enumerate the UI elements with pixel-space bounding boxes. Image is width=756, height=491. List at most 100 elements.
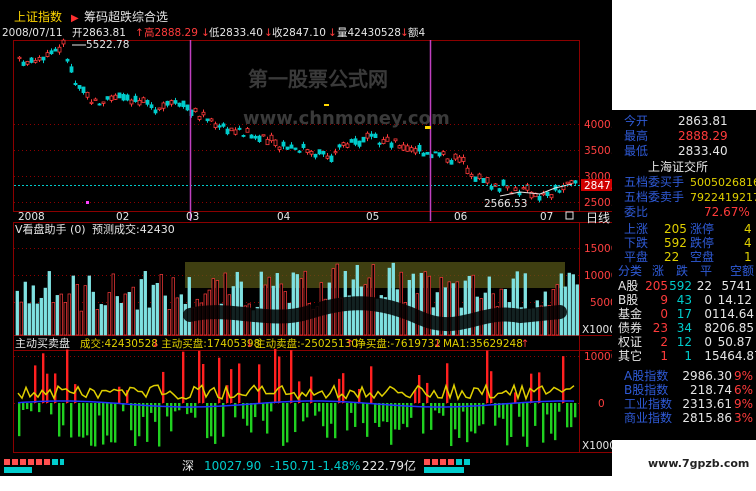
- watermark-url: www.chnmoney.com: [243, 108, 450, 129]
- flow-bar: [534, 403, 537, 426]
- flow-bar: [114, 403, 117, 443]
- menu-arrow-icon: ▶: [71, 13, 79, 24]
- candle-body: [473, 176, 478, 182]
- volume-bar: [135, 309, 139, 336]
- index-pct: 6%: [734, 383, 754, 397]
- candle-body: [157, 107, 162, 110]
- volume-bar: [111, 273, 115, 336]
- order-label: 五档委卖手: [624, 190, 685, 204]
- candle-body: [57, 46, 62, 53]
- candle-body: [389, 142, 394, 148]
- flow-legend-item: 净买盘:-7619732: [355, 337, 441, 350]
- formula-menu[interactable]: 筹码超跌综合选: [84, 9, 168, 24]
- price-tick: 3500.0: [584, 145, 612, 157]
- scroll-lock-icon[interactable]: [565, 211, 574, 220]
- candle-body: [221, 123, 226, 127]
- candle-body: [77, 85, 82, 89]
- flow-bar: [210, 403, 213, 437]
- updown-value: 22: [664, 250, 680, 264]
- volume-bar: [123, 293, 127, 336]
- volume-bar: [119, 302, 123, 336]
- status-market[interactable]: 深: [182, 459, 194, 473]
- candle-body: [409, 147, 414, 152]
- index-name-label: A股指数: [624, 369, 669, 383]
- candle-body: [401, 144, 406, 151]
- flow-y-axis: 100000 0 X10000: [582, 351, 624, 452]
- candle-body: [113, 94, 118, 100]
- candle-body: [421, 152, 426, 157]
- category-name: B股: [618, 293, 639, 307]
- flow-bar: [362, 403, 365, 424]
- order-value: 5005026816: [690, 176, 756, 189]
- flow-bar: [250, 403, 253, 433]
- candle-body: [41, 56, 46, 61]
- volume-bar: [411, 273, 415, 336]
- candle-body: [101, 101, 106, 104]
- flow-legend: 成交:42430528↓ 主动买盘:17405398↓ 主动卖盘:-25025130…: [80, 337, 529, 350]
- candle-body: [81, 86, 86, 94]
- quote-value: 2888.29: [678, 129, 728, 143]
- flow-bar: [410, 403, 413, 418]
- flow-bar: [522, 403, 525, 437]
- volume-bar: [67, 293, 71, 336]
- limit-value: 4: [744, 222, 752, 236]
- volume-bar: [107, 292, 111, 336]
- candle-body: [461, 156, 466, 162]
- candle-body: [137, 100, 142, 106]
- flow-bar: [186, 403, 189, 415]
- category-amount: 14.12: [717, 293, 752, 307]
- flow-bar: [422, 403, 425, 434]
- quote-value: 2863.81: [678, 114, 728, 128]
- volume-bar: [103, 305, 107, 336]
- flow-bar: [474, 403, 477, 434]
- index-name[interactable]: 上证指数: [14, 9, 62, 24]
- candle-body: [537, 195, 542, 201]
- candle-body: [269, 134, 274, 142]
- quote-label: 最高: [624, 129, 649, 143]
- category-flat: 22: [696, 279, 712, 293]
- flow-bar: [166, 403, 169, 417]
- category-flat: 0: [704, 335, 712, 349]
- candle-body: [293, 147, 298, 150]
- price-y-axis: 4000.0 3500.0 3000.0 2500.0: [584, 119, 621, 209]
- candle-body: [165, 100, 170, 106]
- volume-bar: [259, 271, 263, 336]
- candle-body: [193, 107, 198, 113]
- candle-body: [393, 138, 398, 142]
- index-value: 2815.86: [682, 411, 732, 425]
- candle-body: [317, 149, 322, 155]
- candle-body: [245, 128, 250, 133]
- volume-bar: [51, 302, 55, 336]
- quote-label: 最低: [624, 144, 649, 158]
- volume-unit: X10000: [582, 324, 612, 336]
- category-flat: 0: [704, 293, 712, 307]
- candle-body: [229, 127, 234, 132]
- candle-body: [125, 94, 130, 101]
- flow-bar: [110, 403, 113, 443]
- quote-side-panel: 今开 2863.81 最高 2888.29 最低 2833.40 上海证交所 五档委买手 500…: [612, 110, 756, 440]
- flow-bar: [574, 403, 577, 418]
- flow-title[interactable]: 主动买卖盘: [15, 336, 70, 350]
- candle-body: [349, 139, 354, 143]
- volume-bar: [275, 273, 279, 336]
- candle-body: [325, 155, 330, 159]
- index-value: 218.74: [690, 383, 732, 397]
- candle-body: [169, 100, 174, 105]
- stock-terminal-window: 上证指数 ▶ 筹码超跌综合选 2008/07/11 开2863.81 ↑ 高28…: [0, 0, 756, 487]
- volume-bar: [279, 283, 283, 336]
- volume-bar: [19, 301, 23, 336]
- candle-body: [481, 178, 486, 184]
- flow-bar: [98, 403, 101, 416]
- volume-bar: [75, 284, 79, 336]
- flow-bar: [22, 403, 25, 410]
- volume-title[interactable]: V看盘助手 (0): [15, 222, 86, 236]
- candle-body: [85, 91, 90, 98]
- flow-bar: [354, 403, 357, 427]
- flow-bar: [426, 382, 429, 403]
- flow-bar: [466, 403, 469, 443]
- flow-bar: [322, 403, 325, 427]
- period-selector[interactable]: 日线: [586, 211, 610, 225]
- candle-body: [261, 134, 266, 137]
- flow-bar: [502, 403, 505, 419]
- volume-bar: [35, 303, 39, 336]
